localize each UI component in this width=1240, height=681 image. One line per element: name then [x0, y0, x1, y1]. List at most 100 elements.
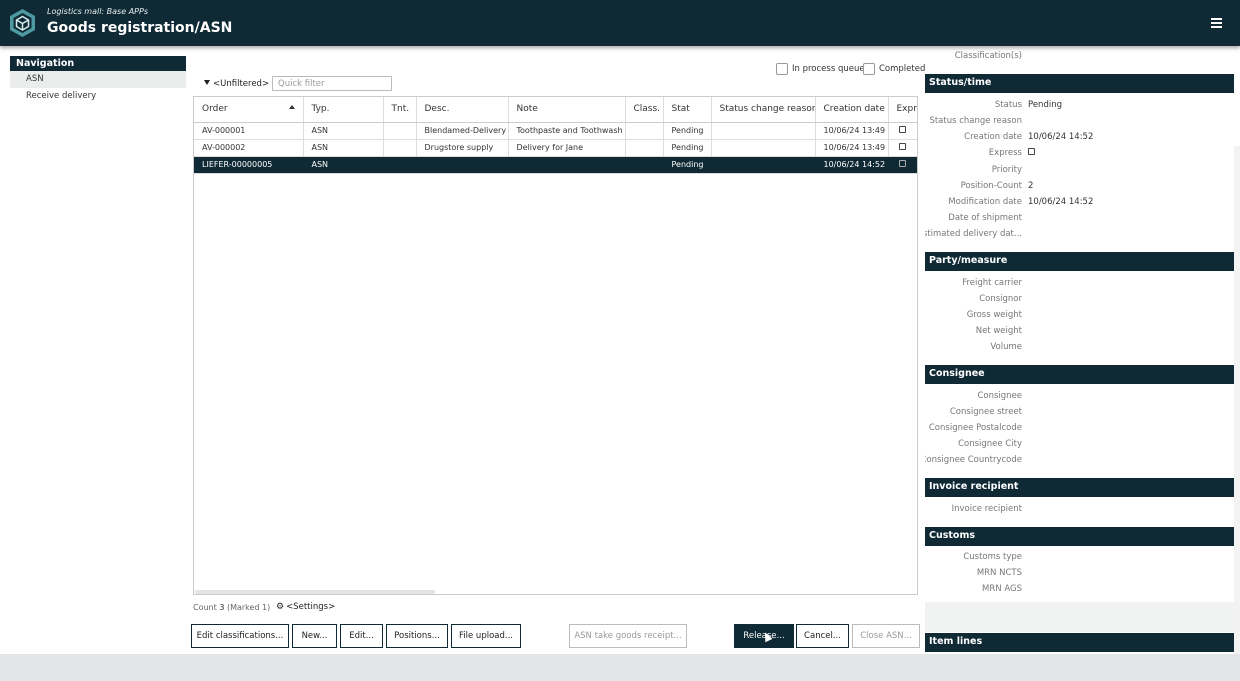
row-count: Count 3 (Marked 1)	[193, 603, 271, 612]
edit-button[interactable]: Edit...	[340, 624, 383, 648]
cell-created: 10/06/24 13:49	[815, 122, 889, 140]
cell-express	[888, 139, 917, 157]
cell-express	[888, 156, 917, 174]
field-consignee-city: Consignee City	[958, 439, 1022, 449]
nav-item-receive-delivery[interactable]: Receive delivery	[10, 88, 186, 105]
column-header-status-change-reason[interactable]: Status change reason	[711, 97, 816, 123]
in-process-queue-checkbox[interactable]: In process queue	[776, 63, 865, 75]
cell-class	[625, 122, 664, 140]
field-date-of-shipment: Date of shipment	[948, 213, 1022, 223]
settings-label: <Settings>	[286, 602, 336, 612]
top-bar: Logistics mall: Base APPs Goods registra…	[0, 0, 1240, 46]
cell-note	[508, 156, 626, 174]
cell-typ: ASN	[303, 139, 384, 157]
positions-button[interactable]: Positions...	[386, 624, 448, 648]
field-status-change-reason: Status change reason	[929, 116, 1022, 126]
field-modification-date: Modification date 10/06/24 14:52	[948, 197, 1094, 207]
checkbox-box[interactable]	[863, 63, 875, 75]
cell-tnt	[383, 156, 417, 174]
cell-typ: ASN	[303, 156, 384, 174]
detail-scrollbar[interactable]	[1234, 146, 1240, 654]
hexagon-logo-icon	[10, 9, 35, 37]
new-button[interactable]: New...	[292, 624, 337, 648]
cell-created: 10/06/24 13:49	[815, 139, 889, 157]
express-checkbox[interactable]	[1028, 148, 1035, 155]
asn-grid: Order Typ. Tnt. Desc. Note Class. Stat S…	[193, 96, 918, 595]
asn-take-goods-receipt-button[interactable]: ASN take goods receipt...	[569, 624, 687, 648]
column-header-stat[interactable]: Stat	[663, 97, 712, 123]
cell-order: LIEFER-00000005	[194, 156, 304, 174]
completed-checkbox[interactable]: Completed	[863, 63, 925, 75]
column-header-class[interactable]: Class.	[625, 97, 664, 123]
cell-reason	[711, 156, 816, 174]
column-header-creation-date[interactable]: Creation date	[815, 97, 889, 123]
settings-link[interactable]: ⚙ <Settings>	[276, 602, 335, 612]
horizontal-scrollbar[interactable]	[195, 590, 435, 594]
cell-desc: Blendamed-Delivery	[416, 122, 509, 140]
file-upload-button[interactable]: File upload...	[451, 624, 521, 648]
field-consignee-postalcode: Consignee Postalcode	[928, 423, 1022, 433]
cell-desc	[416, 156, 509, 174]
cell-reason	[711, 139, 816, 157]
cell-desc: Drugstore supply	[416, 139, 509, 157]
section-customs: Customs	[925, 527, 1234, 546]
filter-toggle[interactable]: <Unfiltered>	[204, 79, 269, 89]
field-mrn-ncts: MRN NCTS	[976, 568, 1022, 578]
field-consignee-street: Consignee street	[949, 407, 1022, 417]
hamburger-icon[interactable]	[1211, 18, 1222, 28]
field-volume: Volume	[990, 342, 1022, 352]
field-status: Status Pending	[994, 100, 1062, 110]
cell-stat: Pending	[663, 122, 712, 140]
field-mrn-ags: MRN AGS	[982, 584, 1022, 594]
filter-label: <Unfiltered>	[213, 79, 270, 89]
cell-class	[625, 156, 664, 174]
quick-filter-input[interactable]	[272, 76, 392, 91]
edit-classifications-button[interactable]: Edit classifications...	[191, 624, 289, 648]
field-consignee-countrycode: Consignee Countrycode	[925, 455, 1022, 465]
nav-item-asn[interactable]: ASN	[10, 71, 186, 88]
cell-express	[888, 122, 917, 140]
field-creation-date: Creation date 10/06/24 14:52	[964, 132, 1094, 142]
field-express: Express	[925, 148, 1234, 162]
table-row-selected[interactable]: LIEFER-00000005 ASN Pending 10/06/24 14:…	[194, 156, 917, 174]
field-net-weight: Net weight	[975, 326, 1022, 336]
main-content: Navigation ASN Receive delivery <Unfilte…	[0, 46, 1240, 654]
column-header-expr[interactable]: Expr.	[888, 97, 917, 123]
table-row[interactable]: AV-000002 ASN Drugstore supply Delivery …	[194, 139, 917, 157]
cell-note: Delivery for Jane	[508, 139, 626, 157]
cell-typ: ASN	[303, 122, 384, 140]
gear-icon: ⚙	[276, 602, 285, 612]
section-party-measure: Party/measure	[925, 252, 1234, 271]
column-header-desc[interactable]: Desc.	[416, 97, 509, 123]
express-checkbox-icon	[899, 160, 906, 167]
detail-spacer	[925, 602, 1234, 632]
column-header-note[interactable]: Note	[508, 97, 626, 123]
section-consignee: Consignee	[925, 365, 1234, 384]
completed-label: Completed	[879, 64, 926, 74]
cell-order: AV-000001	[194, 122, 304, 140]
column-header-order[interactable]: Order	[194, 97, 304, 123]
close-asn-button[interactable]: Close ASN...	[852, 624, 920, 648]
table-row[interactable]: AV-000001 ASN Blendamed-Delivery Toothpa…	[194, 122, 917, 140]
field-consignee: Consignee	[977, 391, 1022, 401]
field-estimated-delivery: Estimated delivery dat...	[925, 229, 1022, 239]
navigation-title: Navigation	[10, 56, 186, 71]
section-item-lines: Item lines	[925, 633, 1234, 652]
column-header-tnt[interactable]: Tnt.	[383, 97, 417, 123]
express-checkbox-icon	[899, 126, 906, 133]
cell-tnt	[383, 122, 417, 140]
field-customs-type: Customs type	[963, 552, 1022, 562]
field-classifications: Classification(s)	[954, 51, 1022, 61]
filter-icon	[204, 80, 210, 85]
cancel-button[interactable]: Cancel...	[796, 624, 849, 648]
cell-order: AV-000002	[194, 139, 304, 157]
field-position-count: Position-Count 2	[960, 181, 1034, 191]
express-checkbox-icon	[899, 143, 906, 150]
navigation-panel: Navigation ASN Receive delivery	[10, 56, 186, 105]
cell-stat: Pending	[663, 156, 712, 174]
checkbox-box[interactable]	[776, 63, 788, 75]
app-subtitle: Logistics mall: Base APPs	[47, 7, 148, 16]
cell-created: 10/06/24 14:52	[815, 156, 889, 174]
column-header-typ[interactable]: Typ.	[303, 97, 384, 123]
section-status-time: Status/time	[925, 74, 1234, 93]
